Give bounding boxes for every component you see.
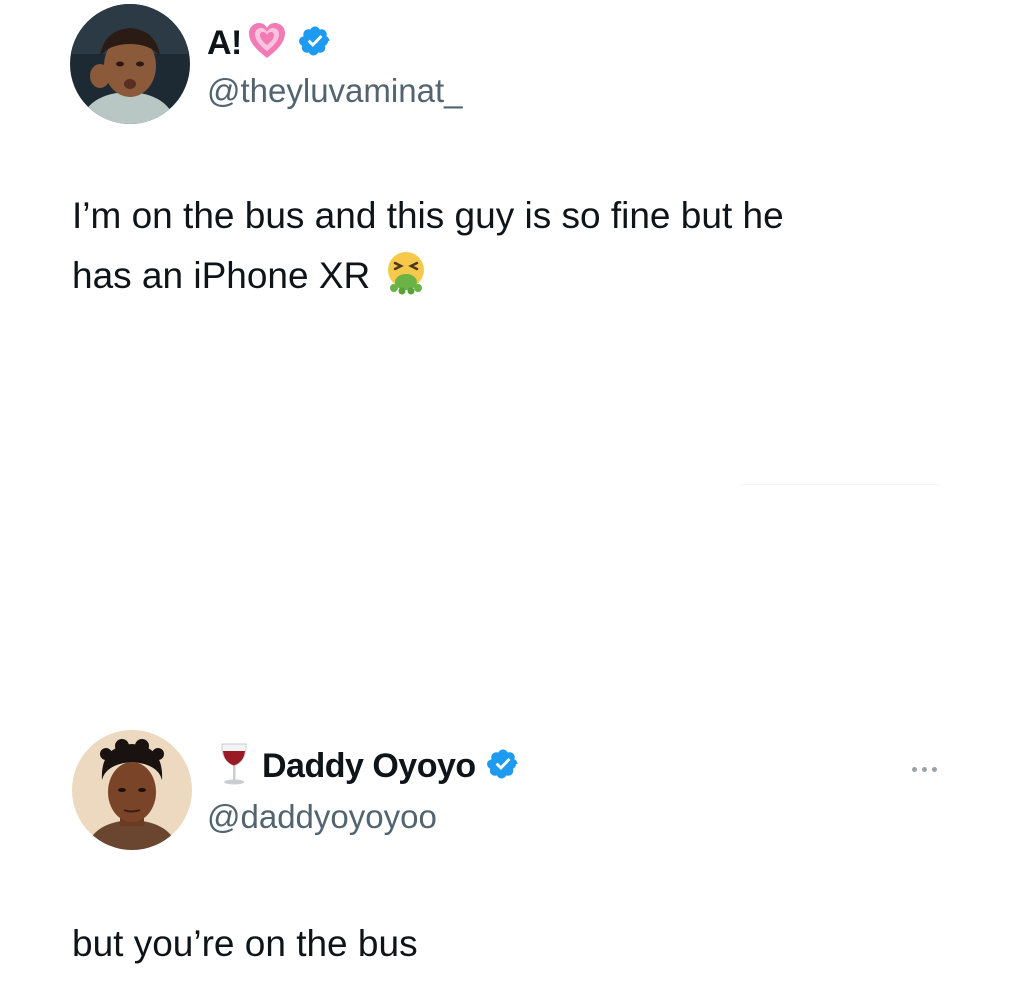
wine-glass-icon (218, 742, 250, 791)
handle[interactable]: @theyluvaminat_ (207, 72, 462, 110)
verified-badge-icon (298, 24, 332, 63)
tweet-original: A! @theyluvaminat_ I’m on the bus and th… (0, 0, 1024, 360)
tweet-reply: Daddy Oyoyo @daddyoyoyoo but you’re on t… (0, 720, 1024, 992)
more-options-icon[interactable] (912, 764, 937, 774)
divider (740, 484, 940, 485)
verified-badge-icon (486, 747, 520, 786)
tweet-text-line-2: has an iPhone XR (72, 248, 430, 312)
display-name[interactable]: Daddy Oyoyo (262, 747, 476, 786)
vomiting-face-icon (382, 248, 430, 312)
avatar[interactable] (72, 730, 192, 850)
display-name[interactable]: A! (207, 24, 242, 63)
tweet-text-line-1: but you’re on the bus (72, 923, 418, 964)
growing-heart-icon (246, 20, 288, 67)
avatar[interactable] (70, 4, 190, 124)
tweet-text-line-1: I’m on the bus and this guy is so fine b… (72, 195, 784, 236)
handle[interactable]: @daddyoyoyoo (207, 798, 437, 836)
tweet-text-line-2-label: has an iPhone XR (72, 255, 371, 296)
